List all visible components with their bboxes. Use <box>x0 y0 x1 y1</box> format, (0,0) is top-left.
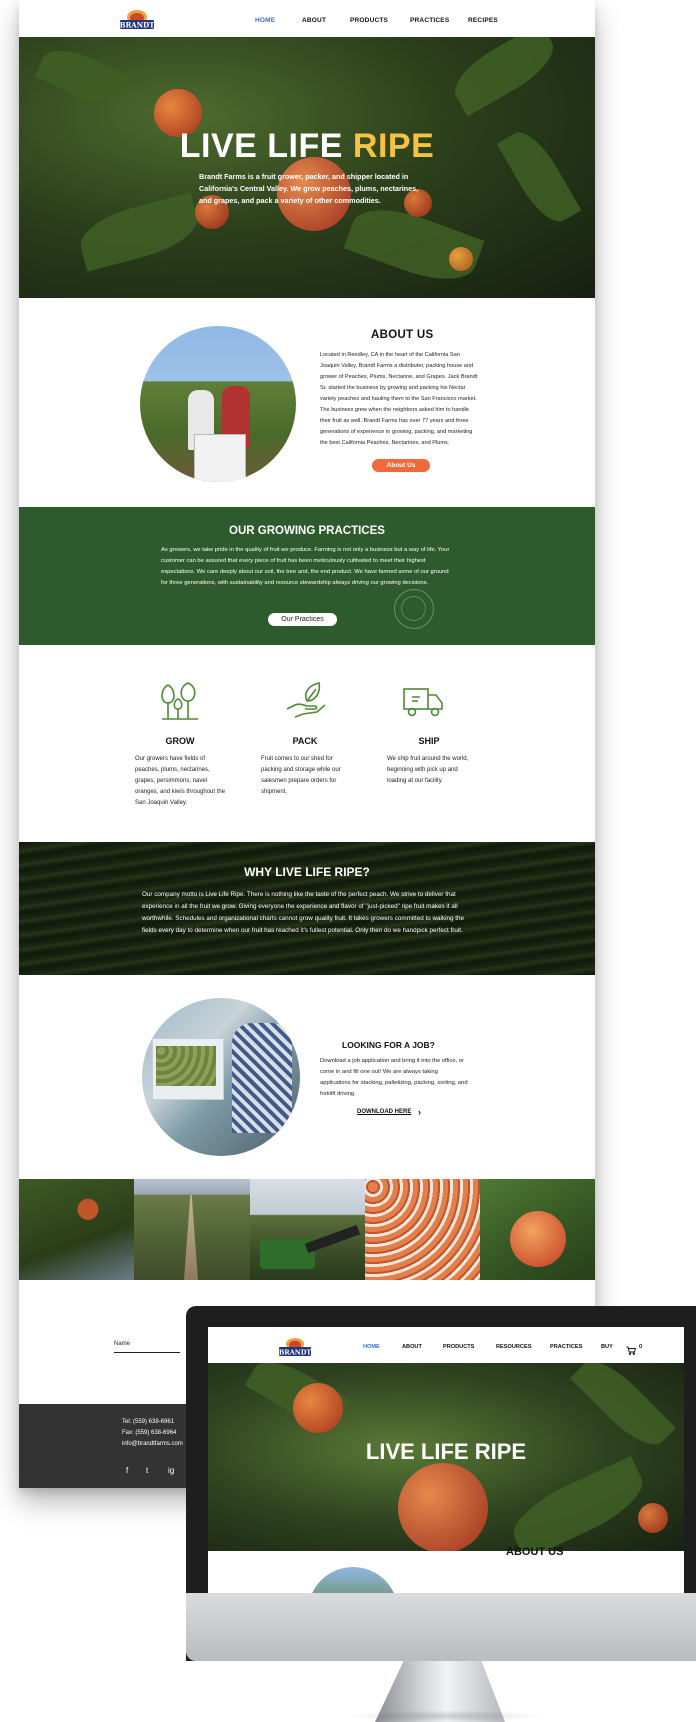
hero-title-main: LIVE LIFE <box>179 127 343 165</box>
gallery-photo-peach[interactable] <box>480 1179 595 1280</box>
nav-home[interactable]: HOME <box>255 17 275 24</box>
monitor-nav: BRANDT HOME ABOUT PRODUCTS RESOURCES PRA… <box>208 1327 684 1363</box>
job-text: Download a job application and bring it … <box>320 1058 468 1097</box>
instagram-icon[interactable]: ig <box>168 1466 174 1475</box>
nav-about[interactable]: ABOUT <box>302 17 326 24</box>
monitor-logo[interactable]: BRANDT <box>278 1335 312 1357</box>
logo-text: BRANDT <box>120 21 155 30</box>
website-page: BRANDT HOME ABOUT PRODUCTS PRACTICES REC… <box>19 0 595 1488</box>
hero-title-accent: RIPE <box>352 127 435 165</box>
services-section: GROW PACK SHIP Our growers have fields o… <box>19 645 595 842</box>
monitor-mockup: BRANDT HOME ABOUT PRODUCTS RESOURCES PRA… <box>186 1306 696 1661</box>
monitor-about-photo <box>308 1567 398 1593</box>
ship-title: SHIP <box>418 736 440 746</box>
hero-text: Brandt Farms is a fruit grower, packer, … <box>199 172 419 205</box>
grow-title: GROW <box>165 736 195 746</box>
brandt-logo[interactable]: BRANDT <box>119 7 155 30</box>
facebook-icon[interactable]: f <box>126 1466 128 1475</box>
monitor-chin <box>186 1593 696 1661</box>
about-title: ABOUT US <box>371 329 434 341</box>
why-section: WHY LIVE LIFE RIPE? Our company motto is… <box>19 842 595 975</box>
cart-icon[interactable] <box>626 1342 637 1360</box>
orchard-road <box>184 1195 198 1280</box>
monitor-shadow <box>345 1710 545 1722</box>
job-section: LOOKING FOR A JOB? Download a job applic… <box>19 975 595 1179</box>
gallery-photo-tractor[interactable] <box>250 1179 365 1280</box>
stamp-icon <box>394 589 434 629</box>
grow-text: Our growers have fields of peaches, plum… <box>135 756 226 806</box>
name-field-label: Name <box>114 1341 131 1347</box>
practices-text: As growers, we take pride in the quality… <box>161 547 450 586</box>
about-text: Located in Reedley, CA in the heart of t… <box>320 352 478 446</box>
footer-tel: Tel: (559) 638-6961 <box>122 1419 175 1425</box>
practices-section: OUR GROWING PRACTICES As growers, we tak… <box>19 507 595 645</box>
hero-leaf <box>34 39 134 115</box>
footer-fax: Fax: (559) 638-6964 <box>122 1430 177 1436</box>
name-input[interactable] <box>114 1352 180 1353</box>
job-photo <box>142 998 300 1156</box>
hero-leaf <box>74 192 204 272</box>
truck-icon <box>402 679 446 723</box>
monitor-nav-practices[interactable]: PRACTICES <box>550 1344 582 1350</box>
why-text: Our company motto is Live Life Ripe. The… <box>142 891 465 934</box>
hero-banner: LIVE LIFE RIPE Brandt Farms is a fruit g… <box>19 37 595 298</box>
nav-products[interactable]: PRODUCTS <box>350 17 388 24</box>
trees-icon <box>158 679 202 723</box>
gallery-photo-orchard[interactable] <box>134 1179 250 1280</box>
monitor-nav-home[interactable]: HOME <box>363 1344 380 1350</box>
monitor-about-title: ABOUT US <box>506 1546 564 1558</box>
photo-gallery <box>19 1179 595 1280</box>
our-practices-button[interactable]: Our Practices <box>268 613 337 626</box>
cart-count: 0 <box>639 1344 643 1350</box>
monitor-hero-title: LIVE LIFE RIPE <box>365 1439 527 1464</box>
peach <box>293 1383 343 1433</box>
hero-leaf <box>445 37 563 117</box>
peach <box>510 1211 566 1267</box>
practices-title: OUR GROWING PRACTICES <box>229 525 385 537</box>
pack-title: PACK <box>292 736 318 746</box>
gallery-photo-boxes[interactable] <box>365 1179 480 1280</box>
monitor-nav-products[interactable]: PRODUCTS <box>443 1344 474 1350</box>
peach <box>449 247 473 271</box>
about-section: ABOUT US Located in Reedley, CA in the h… <box>19 298 595 507</box>
monitor-screen: BRANDT HOME ABOUT PRODUCTS RESOURCES PRA… <box>208 1327 684 1593</box>
pack-text: Fruit comes to our shed for packing and … <box>261 756 341 795</box>
download-link[interactable]: DOWNLOAD HERE <box>357 1109 411 1115</box>
hero-leaf <box>503 1455 653 1551</box>
about-photo <box>140 326 296 482</box>
job-title: LOOKING FOR A JOB? <box>342 1040 435 1050</box>
footer-email[interactable]: info@brandtfarms.com <box>122 1441 183 1447</box>
monitor-logo-text: BRANDT <box>279 1349 312 1357</box>
chevron-right-icon[interactable]: › <box>418 1107 421 1117</box>
about-us-button[interactable]: About Us <box>372 459 430 472</box>
peach <box>398 1463 488 1551</box>
monitor-nav-about[interactable]: ABOUT <box>402 1344 422 1350</box>
top-nav: BRANDT HOME ABOUT PRODUCTS PRACTICES REC… <box>19 0 595 37</box>
ship-text: We ship fruit around the world, beginnin… <box>387 756 469 784</box>
nav-practices[interactable]: PRACTICES <box>410 17 449 24</box>
twitter-icon[interactable]: t <box>146 1466 148 1475</box>
gallery-photo-picker[interactable] <box>19 1179 134 1280</box>
fruit-bin <box>194 434 246 482</box>
monitor-nav-buy[interactable]: BUY <box>601 1344 613 1350</box>
hero-title: LIVE LIFE RIPE <box>19 127 595 166</box>
grapes <box>156 1046 216 1086</box>
nav-recipes[interactable]: RECIPES <box>468 17 498 24</box>
monitor-nav-resources[interactable]: RESOURCES <box>496 1344 531 1350</box>
peach <box>638 1503 668 1533</box>
worker-figure <box>232 1023 292 1133</box>
why-title: WHY LIVE LIFE RIPE? <box>244 865 370 879</box>
monitor-hero: LIVE LIFE RIPE <box>208 1363 684 1551</box>
hand-leaf-icon <box>283 679 327 723</box>
